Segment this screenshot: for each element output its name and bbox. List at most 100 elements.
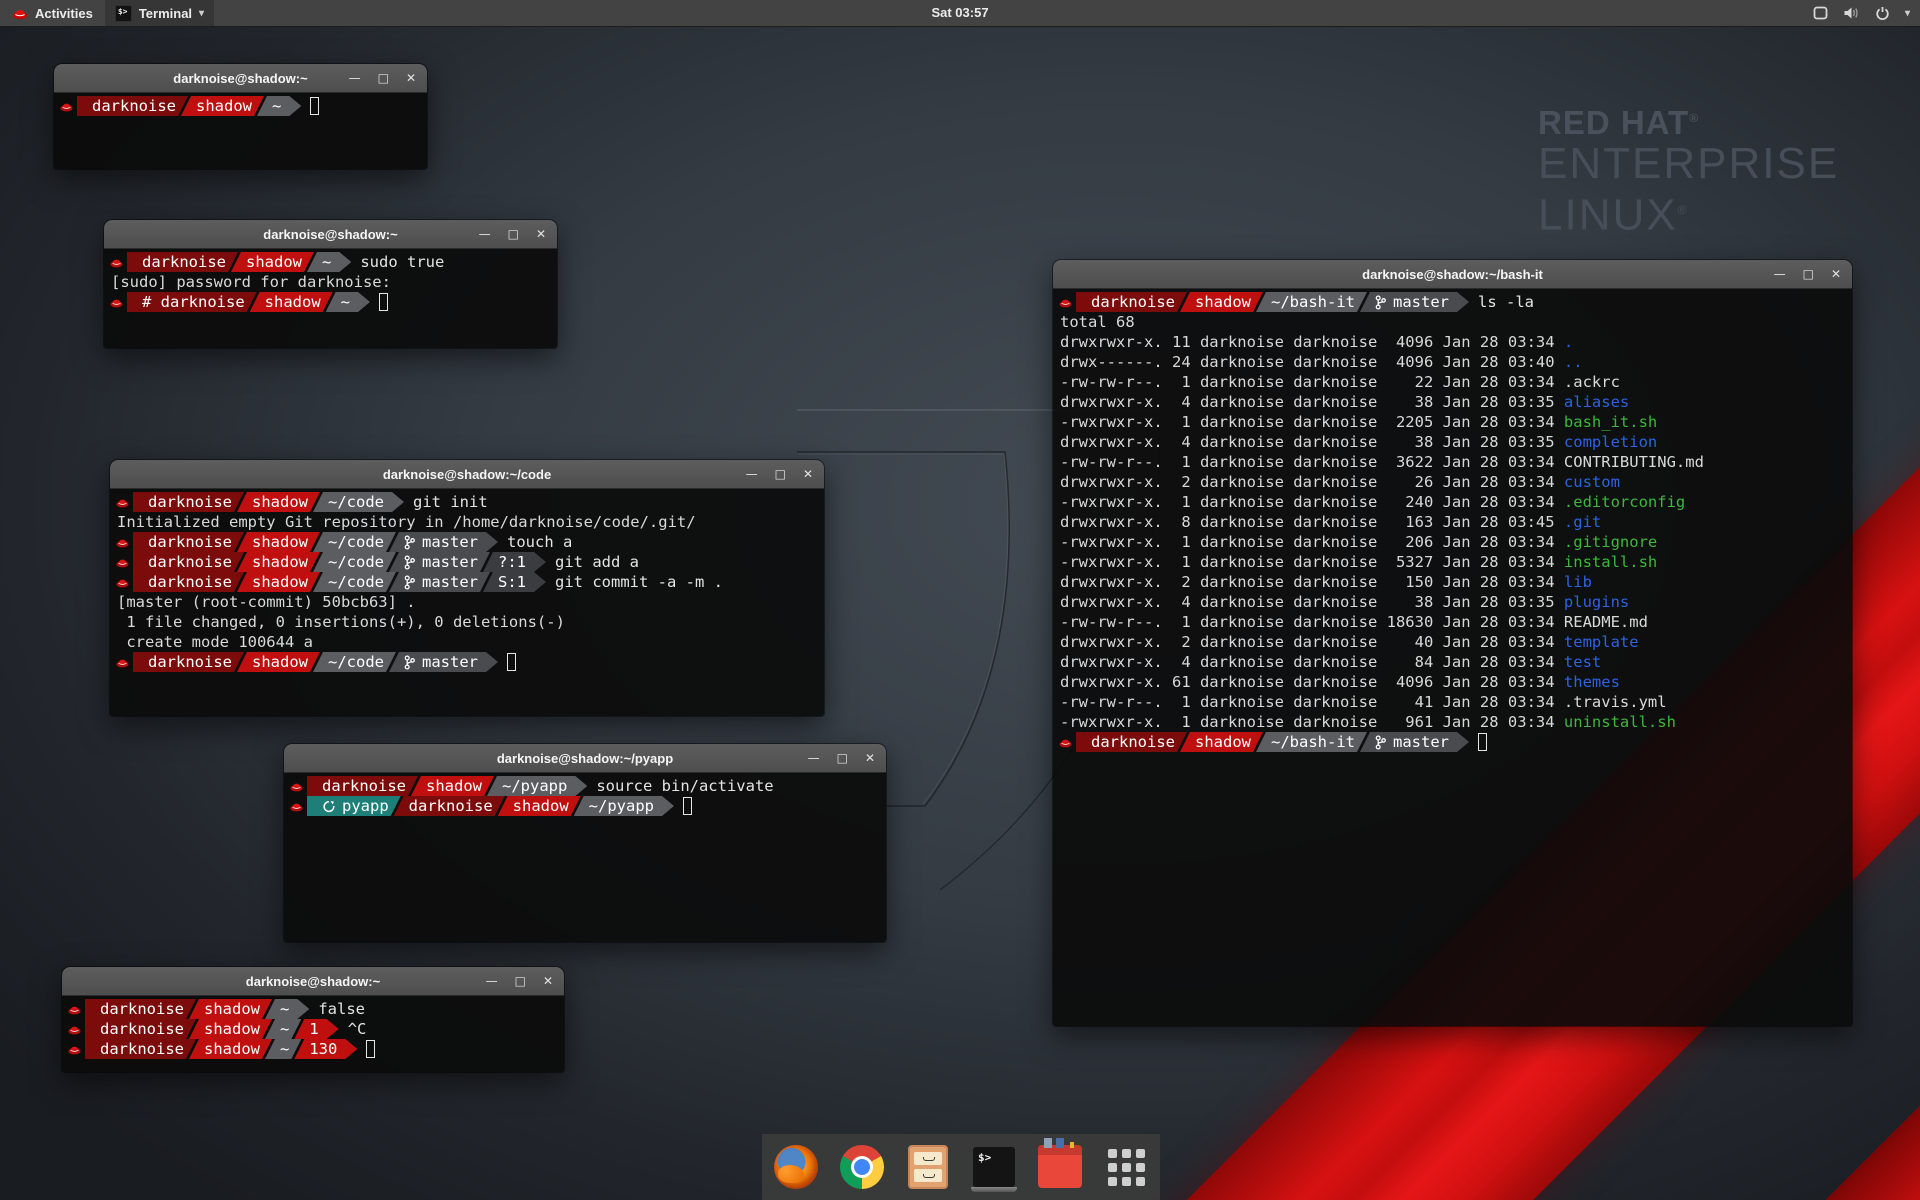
prompt-git-segment: master — [389, 652, 498, 672]
window-titlebar[interactable]: darknoise@shadow:~/bash-it—□✕ — [1053, 260, 1852, 289]
window-titlebar[interactable]: darknoise@shadow:~—□✕ — [104, 220, 557, 249]
redhat-prompt-icon — [115, 497, 130, 508]
file-name: .editorconfig — [1564, 493, 1685, 511]
dock-item-toolbox[interactable] — [1037, 1144, 1083, 1190]
git-branch-icon — [1375, 735, 1386, 750]
file-cabinet-icon — [908, 1145, 948, 1189]
minimize-button[interactable]: — — [808, 744, 820, 772]
toolbox-icon — [1038, 1152, 1082, 1188]
terminal-line: darknoiseshadow~/codemaster — [110, 652, 824, 672]
dock-item-files[interactable] — [905, 1144, 951, 1190]
minimize-button[interactable]: — — [349, 64, 361, 92]
terminal-line: drwxrwxr-x. 2 darknoise darknoise 26 Jan… — [1053, 472, 1852, 492]
prompt-path-segment: ~ — [326, 292, 370, 312]
terminal-window-exitcodes: darknoise@shadow:~—□✕darknoiseshadow~fal… — [62, 967, 564, 1072]
prompt-host-segment: shadow — [498, 796, 581, 816]
prompt-git-segment: master — [1360, 292, 1469, 312]
terminal-line: darknoiseshadow~/codemaster?:1git add a — [110, 552, 824, 572]
terminal-line: pyappdarknoiseshadow~/pyapp — [284, 796, 886, 816]
maximize-button[interactable]: □ — [1803, 260, 1814, 288]
terminal-line: # darknoiseshadow~ — [104, 292, 557, 312]
dock-item-chrome[interactable] — [839, 1144, 885, 1190]
prompt-user-segment: darknoise — [133, 492, 244, 512]
close-button[interactable]: ✕ — [536, 220, 546, 248]
app-menu-label: Terminal — [139, 6, 192, 21]
terminal-cursor — [366, 1040, 375, 1058]
app-menu-terminal[interactable]: $> Terminal ▾ — [105, 0, 214, 26]
maximize-button[interactable]: □ — [775, 460, 786, 488]
terminal-line: drwxrwxr-x. 4 darknoise darknoise 38 Jan… — [1053, 432, 1852, 452]
terminal-line: -rwxrwxr-x. 1 darknoise darknoise 240 Ja… — [1053, 492, 1852, 512]
terminal-icon: $> — [973, 1147, 1015, 1187]
system-status-area[interactable]: ▾ — [1813, 0, 1920, 26]
dock-item-firefox[interactable] — [773, 1144, 819, 1190]
terminal-content[interactable]: darknoiseshadow~/pyappsource bin/activat… — [284, 773, 886, 942]
command-text: source bin/activate — [596, 776, 773, 796]
maximize-button[interactable]: □ — [515, 967, 526, 995]
file-name: .travis.yml — [1564, 693, 1667, 711]
prompt-path-segment: ~/pyapp — [487, 776, 587, 796]
prompt-git-segment: master — [1360, 732, 1469, 752]
command-text: false — [318, 999, 365, 1019]
prompt-path-segment: ~/code — [313, 532, 396, 552]
prompt-git-segment: master — [389, 532, 498, 552]
minimize-button[interactable]: — — [746, 460, 758, 488]
git-branch-icon — [404, 535, 415, 550]
terminal-line: drwxrwxr-x. 4 darknoise darknoise 84 Jan… — [1053, 652, 1852, 672]
terminal-content[interactable]: darknoiseshadow~ — [54, 93, 427, 169]
activities-button[interactable]: Activities — [0, 0, 105, 26]
screen-icon — [1813, 6, 1828, 20]
maximize-button[interactable]: □ — [508, 220, 519, 248]
redhat-prompt-icon — [289, 801, 304, 812]
command-text: touch a — [507, 532, 572, 552]
terminal-line: darknoiseshadow~/codegit init — [110, 492, 824, 512]
prompt-user-segment: darknoise — [1076, 732, 1187, 752]
prompt-path-segment: ~/code — [313, 572, 396, 592]
prompt-path-segment: ~ — [257, 96, 301, 116]
file-name: test — [1564, 653, 1601, 671]
window-titlebar[interactable]: darknoise@shadow:~—□✕ — [62, 967, 564, 996]
close-button[interactable]: ✕ — [543, 967, 553, 995]
minimize-button[interactable]: — — [479, 220, 491, 248]
terminal-line: -rw-rw-r--. 1 darknoise darknoise 18630 … — [1053, 612, 1852, 632]
git-branch-icon — [404, 575, 415, 590]
terminal-content[interactable]: darknoiseshadow~/bash-itmasterls -latota… — [1053, 289, 1852, 1026]
dock-item-terminal[interactable]: $> — [971, 1144, 1017, 1190]
maximize-button[interactable]: □ — [378, 64, 389, 92]
redhat-prompt-icon — [59, 101, 74, 112]
rhel-branding-enterprise: ENTERPRISE — [1538, 141, 1839, 187]
terminal-cursor — [1478, 733, 1487, 751]
prompt-host-segment: shadow — [237, 492, 320, 512]
file-name: uninstall.sh — [1564, 713, 1676, 731]
clock[interactable]: Sat 03:57 — [931, 0, 988, 26]
power-icon — [1875, 6, 1890, 21]
terminal-line: -rwxrwxr-x. 1 darknoise darknoise 206 Ja… — [1053, 532, 1852, 552]
window-titlebar[interactable]: darknoise@shadow:~—□✕ — [54, 64, 427, 93]
terminal-content[interactable]: darknoiseshadow~sudo true[sudo] password… — [104, 249, 557, 348]
terminal-window-pyapp: darknoise@shadow:~/pyapp—□✕darknoiseshad… — [284, 744, 886, 942]
redhat-logo-icon — [12, 7, 28, 20]
prompt-exitcode-segment: 130 — [294, 1039, 357, 1059]
redhat-prompt-icon — [67, 1024, 82, 1035]
app-grid-icon — [1108, 1149, 1145, 1186]
terminal-content[interactable]: darknoiseshadow~/codegit initInitialized… — [110, 489, 824, 716]
window-titlebar[interactable]: darknoise@shadow:~/code—□✕ — [110, 460, 824, 489]
terminal-content[interactable]: darknoiseshadow~falsedarknoiseshadow~1^C… — [62, 996, 564, 1072]
redhat-prompt-icon — [109, 257, 124, 268]
close-button[interactable]: ✕ — [406, 64, 416, 92]
maximize-button[interactable]: □ — [837, 744, 848, 772]
dock-item-show-applications[interactable] — [1103, 1144, 1149, 1190]
close-button[interactable]: ✕ — [865, 744, 875, 772]
redhat-prompt-icon — [67, 1044, 82, 1055]
minimize-button[interactable]: — — [1774, 260, 1786, 288]
terminal-line: -rw-rw-r--. 1 darknoise darknoise 22 Jan… — [1053, 372, 1852, 392]
prompt-path-segment: ~/pyapp — [574, 796, 674, 816]
file-name: bash_it.sh — [1564, 413, 1657, 431]
file-name: .git — [1564, 513, 1601, 531]
terminal-line: drwx------. 24 darknoise darknoise 4096 … — [1053, 352, 1852, 372]
window-titlebar[interactable]: darknoise@shadow:~/pyapp—□✕ — [284, 744, 886, 773]
minimize-button[interactable]: — — [486, 967, 498, 995]
terminal-window-home-small: darknoise@shadow:~—□✕darknoiseshadow~ — [54, 64, 427, 169]
close-button[interactable]: ✕ — [1831, 260, 1841, 288]
close-button[interactable]: ✕ — [803, 460, 813, 488]
